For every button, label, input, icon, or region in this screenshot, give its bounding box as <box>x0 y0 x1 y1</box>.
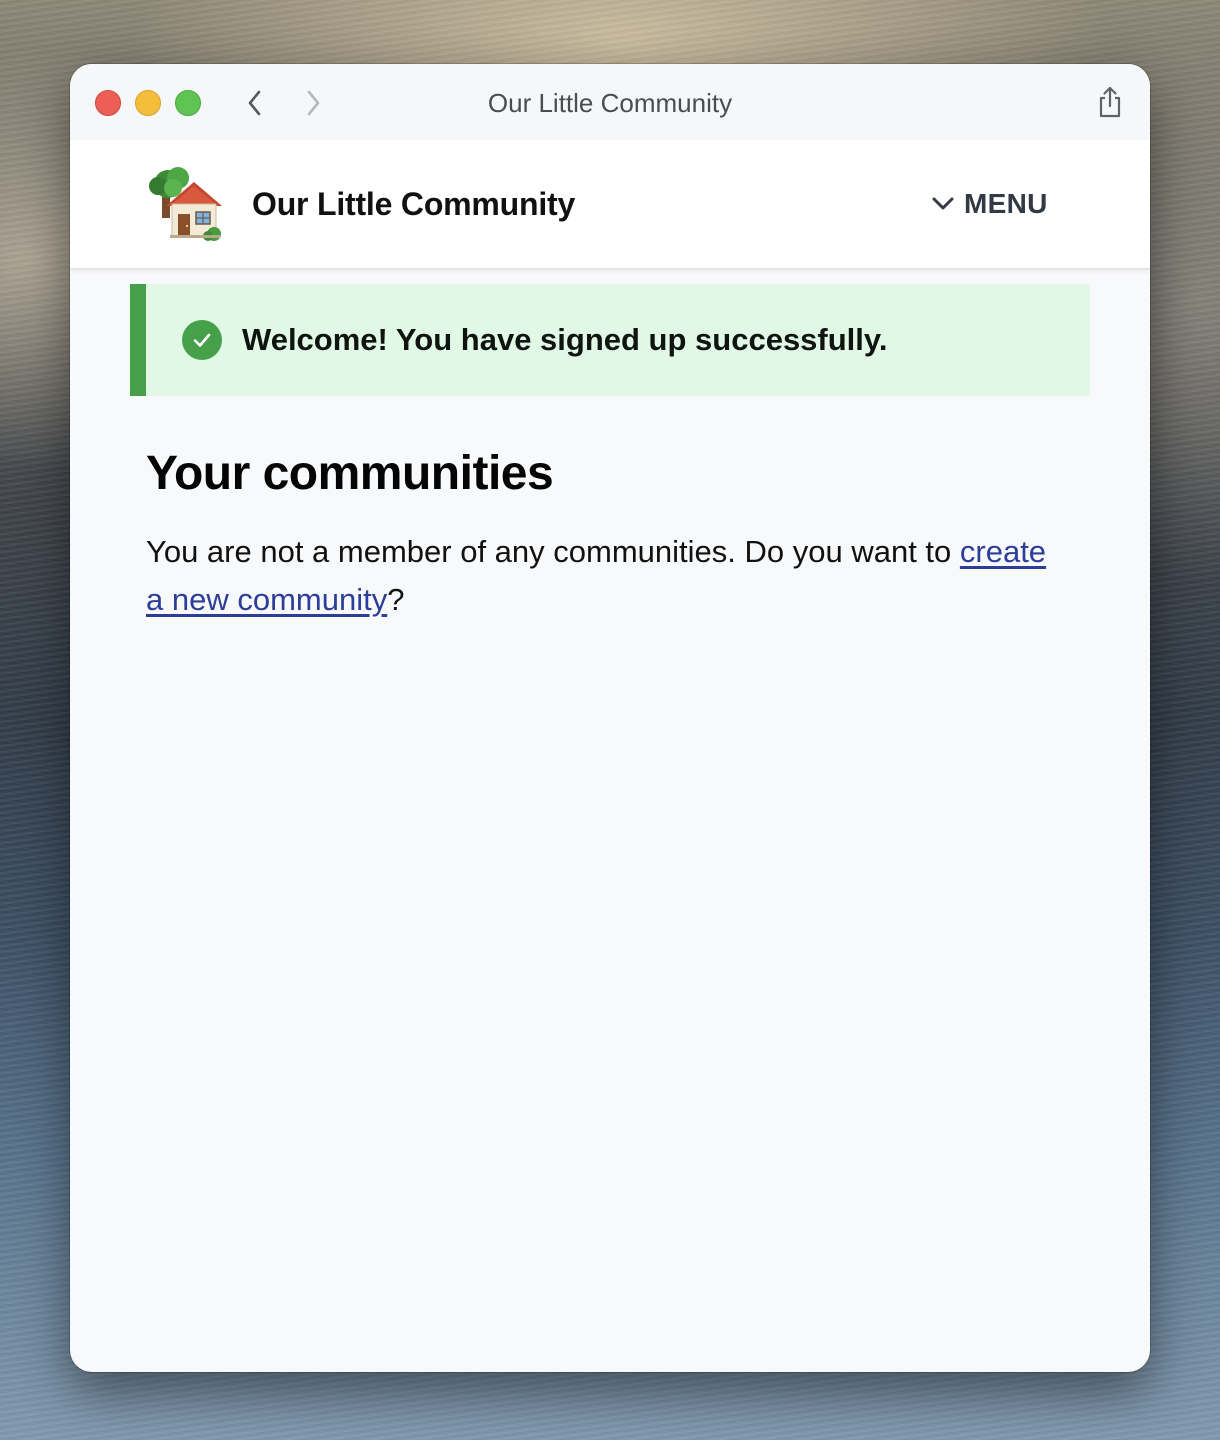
check-circle-icon <box>182 320 222 360</box>
site-header: Our Little Community MENU <box>70 140 1150 270</box>
window-titlebar: Our Little Community <box>70 64 1150 140</box>
back-button[interactable] <box>238 86 272 120</box>
menu-label: MENU <box>964 188 1048 219</box>
site-name-link[interactable]: Our Little Community <box>252 140 575 268</box>
share-button[interactable] <box>1092 82 1128 122</box>
page-title: Your communities <box>146 447 554 500</box>
window-maximize-button[interactable] <box>175 90 201 116</box>
flash-notice: Welcome! You have signed up successfully… <box>130 284 1090 396</box>
main-content: Your communities You are not a member of… <box>146 444 1066 624</box>
window-title: Our Little Community <box>487 88 733 118</box>
flash-message: Welcome! You have signed up successfully… <box>242 322 888 357</box>
window-minimize-button[interactable] <box>135 90 161 116</box>
empty-state-text: You are not a member of any communities.… <box>146 528 1066 624</box>
chevron-right-icon <box>307 90 320 116</box>
empty-state-text-before: You are not a member of any communities.… <box>146 534 960 569</box>
browser-window: Our Little Community Our Little Communit… <box>70 64 1150 1372</box>
house-with-tree-icon[interactable] <box>148 166 226 242</box>
share-icon <box>1099 86 1121 118</box>
forward-button[interactable] <box>296 86 330 120</box>
window-close-button[interactable] <box>95 90 121 116</box>
chevron-down-icon <box>932 197 954 210</box>
menu-button[interactable]: MENU <box>932 182 1048 226</box>
chevron-left-icon <box>248 90 261 116</box>
empty-state-text-after: ? <box>387 582 405 617</box>
